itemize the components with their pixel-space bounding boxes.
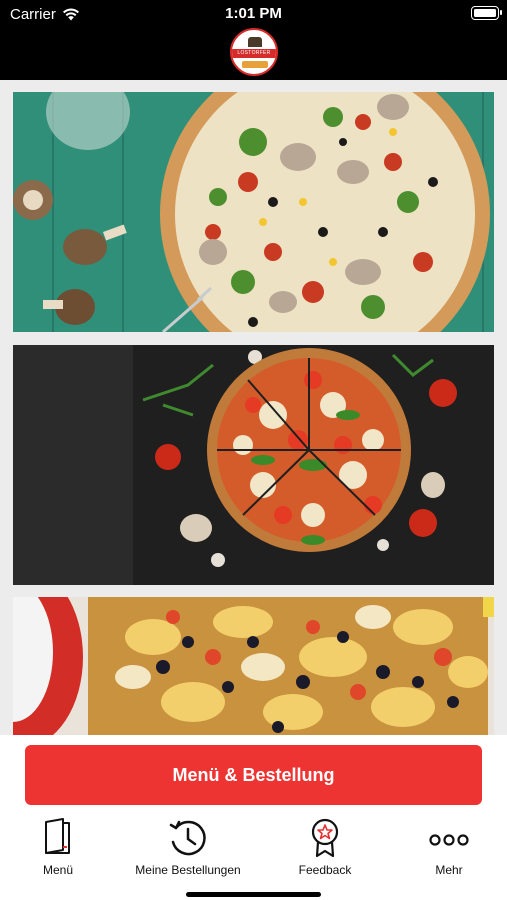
home-indicator: [186, 892, 321, 897]
status-bar: Carrier 1:01 PM: [0, 0, 507, 28]
tab-menu-label: Menü: [42, 863, 74, 877]
nav-header: Carrier 1:01 PM LOSTORFER HOMEPIZZA: [0, 0, 507, 80]
award-badge-icon: [311, 818, 339, 858]
restaurant-logo: LOSTORFER HOMEPIZZA: [230, 28, 278, 76]
bottom-panel: Menü & Bestellung Menü Meine Bestellunge…: [0, 735, 507, 900]
tab-my-orders[interactable]: Meine Bestellungen: [123, 815, 253, 885]
order-button-label: Menü & Bestellung: [172, 764, 335, 785]
pizza-photo-icon: [13, 92, 494, 332]
history-clock-icon: [169, 820, 206, 856]
promo-image-3[interactable]: [13, 597, 494, 737]
promo-image-2[interactable]: [13, 345, 494, 585]
more-dots-icon: [429, 834, 469, 846]
tab-feedback[interactable]: Feedback: [260, 815, 390, 885]
tab-bar: Menü Meine Bestellungen Feedback Mehr: [0, 815, 507, 885]
logo-text: LOSTORFER HOMEPIZZA: [232, 49, 276, 65]
tab-menu[interactable]: Menü: [0, 815, 123, 885]
pizza-photo-icon: [13, 597, 494, 737]
promo-image-1[interactable]: [13, 92, 494, 332]
pizza-photo-icon: [13, 345, 494, 585]
battery-icon: [471, 6, 502, 20]
menu-book-icon: [45, 818, 70, 854]
tab-feedback-label: Feedback: [298, 863, 352, 877]
tab-more-label: Mehr: [435, 863, 463, 877]
status-time: 1:01 PM: [225, 5, 282, 22]
menu-and-order-button[interactable]: Menü & Bestellung: [25, 745, 482, 805]
tab-more[interactable]: Mehr: [384, 815, 507, 885]
tab-my-orders-label: Meine Bestellungen: [135, 863, 241, 877]
